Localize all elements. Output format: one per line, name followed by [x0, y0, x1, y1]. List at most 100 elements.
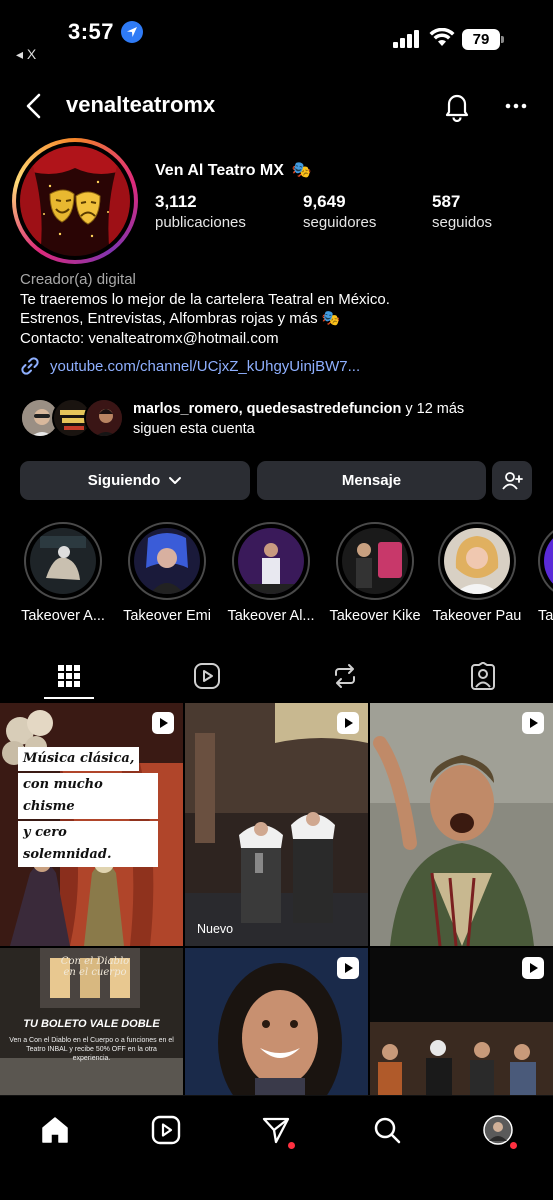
grid-icon: [58, 665, 80, 687]
story-highlight[interactable]: Takeover Kike: [329, 522, 421, 624]
post-image: [370, 703, 553, 946]
tagged-person-icon: [471, 662, 495, 690]
bio-line: Te traeremos lo mejor de la cartelera Te…: [20, 290, 390, 308]
highlight-cover: [342, 528, 408, 594]
highlight-label: Takeover A...: [21, 608, 105, 624]
promo-title: TU BOLETO VALE DOBLE: [23, 1018, 160, 1030]
tab-tagged[interactable]: [414, 652, 552, 700]
bio-line: Estrenos, Entrevistas, Alfombras rojas y…: [20, 310, 341, 327]
mutual-follower-more: y 12 más: [401, 401, 465, 417]
following-count-value: 587: [432, 192, 461, 211]
promo-description: Ven a Con el Diablo en el Cuerpo o a fun…: [9, 1037, 174, 1062]
reel-icon: [337, 957, 359, 979]
following-count[interactable]: 587 seguidos: [432, 192, 492, 231]
location-arrow-icon: [121, 21, 143, 43]
followers-count-label: seguidores: [303, 214, 377, 231]
display-name: Ven Al Teatro MX 🎭: [155, 160, 312, 180]
post-script-title: Con el Diablo en el cuerpo: [60, 956, 130, 978]
mutual-follower-names: marlos_romero, quedesastredefuncion: [133, 401, 402, 417]
post-thumbnail[interactable]: [185, 948, 368, 1098]
nav-reels[interactable]: [146, 1110, 186, 1150]
active-tab-indicator: [44, 697, 94, 699]
promo-overlay: TU BOLETO VALE DOBLE Ven a Con el Diablo…: [0, 1018, 183, 1063]
mutual-follower-caption: siguen esta cuenta: [133, 421, 255, 437]
bottom-navigation: [0, 1095, 553, 1200]
mutual-followers[interactable]: marlos_romero, quedesastredefuncion y 12…: [20, 398, 540, 442]
post-caption-overlay: Música clásica, con mucho chisme y cero …: [18, 747, 158, 869]
highlight-cover: [134, 528, 200, 594]
status-time: 3:57: [68, 19, 115, 44]
post-caption-line: con mucho chisme: [18, 773, 158, 819]
nav-search[interactable]: [367, 1110, 407, 1150]
post-thumbnail[interactable]: [370, 948, 553, 1098]
mutual-follower-avatar: [84, 398, 124, 438]
paper-plane-icon: [262, 1117, 290, 1144]
reel-icon: [522, 712, 544, 734]
profile-tabs: [0, 652, 553, 700]
message-button-label: Mensaje: [341, 472, 402, 489]
highlight-cover: [30, 528, 96, 594]
chevron-down-icon: [169, 476, 182, 484]
tab-reposts[interactable]: [276, 652, 414, 700]
reel-icon: [522, 957, 544, 979]
followers-count-value: 9,649: [303, 192, 346, 211]
nav-direct-messages[interactable]: [256, 1110, 296, 1150]
theater-mask-emoji: 🎭: [291, 162, 312, 179]
profile-avatar-icon: [483, 1115, 513, 1145]
reels-icon: [194, 663, 220, 689]
post-caption-line: y cero solemnidad.: [18, 821, 158, 867]
reels-icon: [151, 1115, 181, 1145]
followers-count[interactable]: 9,649 seguidores: [303, 192, 376, 231]
highlight-label: Takeover Kike: [329, 608, 421, 624]
wifi-icon: [429, 28, 455, 46]
more-options-icon[interactable]: [504, 94, 528, 118]
mutual-followers-text: marlos_romero, quedesastredefuncion y 12…: [133, 399, 464, 439]
following-button[interactable]: Siguiendo: [20, 461, 250, 500]
back-to-app-link[interactable]: ◂ X: [16, 46, 36, 63]
story-highlight[interactable]: Tak: [538, 522, 553, 624]
status-bar: 3:57 ◂ X 79: [0, 0, 553, 70]
signal-icon: [393, 30, 421, 48]
reel-icon: [337, 712, 359, 734]
profile-bio: Creador(a) digital Te traeremos lo mejor…: [20, 270, 540, 348]
link-icon: [21, 357, 39, 375]
post-caption-line: Música clásica,: [18, 747, 140, 771]
post-thumbnail[interactable]: Nuevo: [185, 703, 368, 946]
following-count-label: seguidos: [432, 214, 493, 231]
story-highlight[interactable]: Takeover A...: [21, 522, 105, 624]
post-thumbnail[interactable]: [370, 703, 553, 946]
search-icon: [374, 1117, 401, 1144]
notification-dot: [288, 1142, 295, 1149]
post-thumbnail[interactable]: Música clásica, con mucho chisme y cero …: [0, 703, 183, 946]
profile-username: venalteatromx: [66, 92, 216, 117]
post-image: [185, 703, 368, 946]
bio-contact: Contacto: venalteatromx@hotmail.com: [20, 329, 279, 347]
nav-profile[interactable]: [478, 1110, 518, 1150]
profile-avatar[interactable]: [12, 138, 138, 264]
post-thumbnail[interactable]: Con el Diablo en el cuerpo TU BOLETO VAL…: [0, 948, 183, 1098]
posts-count[interactable]: 3,112 publicaciones: [155, 192, 246, 231]
posts-count-value: 3,112: [155, 192, 197, 211]
repost-icon: [335, 664, 355, 688]
nav-home[interactable]: [35, 1110, 75, 1150]
display-name-text: Ven Al Teatro MX: [155, 162, 284, 179]
battery-indicator: 79: [462, 29, 504, 50]
back-arrow-icon[interactable]: [24, 92, 44, 120]
new-post-label: Nuevo: [197, 922, 234, 936]
suggest-people-button[interactable]: [492, 461, 532, 500]
message-button[interactable]: Mensaje: [257, 461, 486, 500]
notification-dot: [510, 1142, 517, 1149]
highlight-label: Takeover Pau: [432, 608, 522, 624]
highlight-label: Takeover Emi: [123, 608, 211, 624]
tab-grid[interactable]: [0, 652, 138, 700]
profile-link-text[interactable]: youtube.com/channel/UCjxZ_kUhgyUinjBW7..…: [50, 358, 360, 375]
bell-icon[interactable]: [442, 90, 472, 122]
story-highlight[interactable]: Takeover Emi: [123, 522, 211, 624]
profile-link[interactable]: youtube.com/channel/UCjxZ_kUhgyUinjBW7..…: [20, 356, 360, 376]
highlight-cover: [238, 528, 304, 594]
story-highlight[interactable]: Takeover Pau: [433, 522, 521, 624]
home-icon: [42, 1117, 68, 1143]
posts-count-label: publicaciones: [155, 214, 246, 231]
tab-reels[interactable]: [138, 652, 276, 700]
story-highlight[interactable]: Takeover Al...: [227, 522, 315, 624]
